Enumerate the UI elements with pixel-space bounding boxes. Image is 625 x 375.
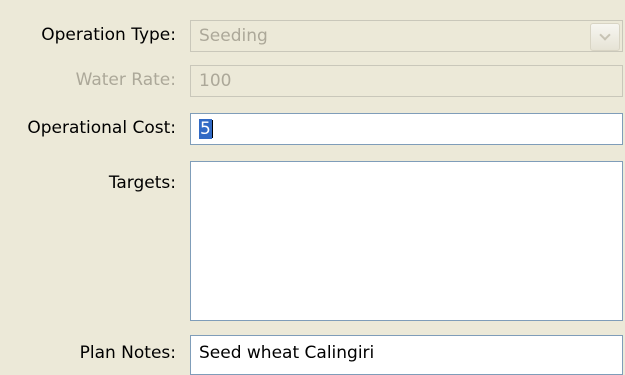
operational-cost-value: 5 — [199, 119, 212, 139]
plan-notes-row: Plan Notes: Seed wheat Calingiri — [0, 335, 625, 375]
targets-row: Targets: — [0, 161, 625, 321]
water-rate-row: Water Rate: 100 — [0, 65, 625, 97]
plan-notes-value: Seed wheat Calingiri — [199, 343, 375, 363]
plan-notes-label: Plan Notes: — [79, 343, 176, 363]
operational-cost-label: Operational Cost: — [27, 118, 176, 138]
operational-cost-row: Operational Cost: 5 — [0, 113, 625, 145]
operation-type-label: Operation Type: — [41, 25, 176, 45]
chevron-down-icon — [599, 29, 611, 41]
water-rate-label: Water Rate: — [75, 70, 176, 90]
text-cursor — [211, 120, 213, 138]
water-rate-input[interactable]: 100 — [190, 65, 623, 97]
plan-notes-input[interactable]: Seed wheat Calingiri — [190, 335, 623, 375]
targets-textarea[interactable] — [190, 161, 623, 321]
operation-type-dropdown-button[interactable] — [590, 23, 620, 51]
operational-cost-input[interactable]: 5 — [190, 113, 623, 145]
targets-label: Targets: — [108, 173, 176, 193]
operation-type-dropdown[interactable]: Seeding — [190, 20, 623, 52]
operation-type-row: Operation Type: Seeding — [0, 20, 625, 52]
water-rate-value: 100 — [199, 71, 232, 91]
operation-type-value: Seeding — [199, 26, 268, 46]
